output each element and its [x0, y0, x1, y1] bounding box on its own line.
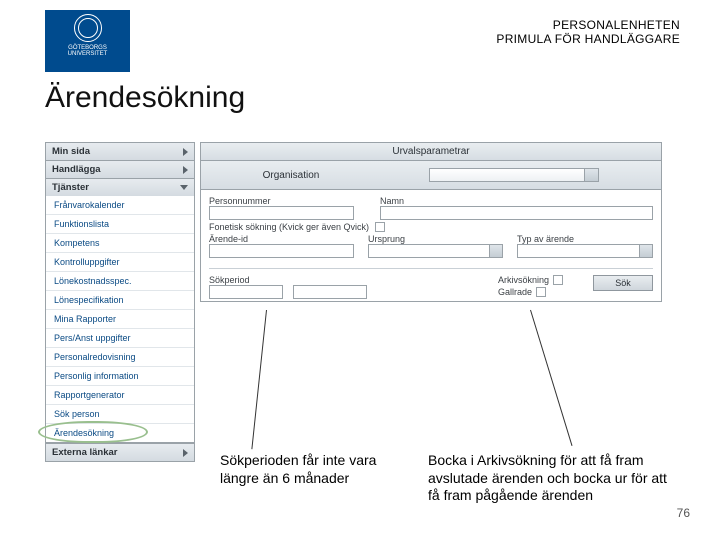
sidebar-head-externa[interactable]: Externa länkar [45, 443, 195, 462]
fonetisk-checkbox[interactable] [375, 222, 385, 232]
sidebar-label: Handlägga [52, 164, 101, 175]
sidebar-head-tjanster[interactable]: Tjänster [45, 178, 195, 196]
system-label: PRIMULA FÖR HANDLÄGGARE [496, 32, 680, 46]
sidebar-item[interactable]: Rapportgenerator [46, 386, 194, 405]
sidebar-item[interactable]: Personalredovisning [46, 348, 194, 367]
sokperiod-from-input[interactable] [209, 285, 283, 299]
callout-arkiv: Bocka i Arkivsökning för att få fram avs… [428, 452, 678, 505]
page-title: Ärendesökning [45, 82, 275, 114]
typ-select[interactable] [517, 244, 653, 258]
sidebar-item[interactable]: Kompetens [46, 234, 194, 253]
dept-label: PERSONALENHETEN [496, 18, 680, 32]
ursprung-label: Ursprung [368, 234, 503, 244]
sidebar-label: Min sida [52, 146, 90, 157]
typ-label: Typ av ärende [517, 234, 653, 244]
sidebar-item[interactable]: Frånvarokalender [46, 196, 194, 215]
sidebar-label: Externa länkar [52, 447, 117, 458]
chevron-right-icon [183, 166, 188, 174]
fonetisk-label: Fonetisk sökning (Kvick ger även Qvick) [209, 222, 369, 232]
namn-label: Namn [380, 196, 653, 206]
sok-button[interactable]: Sök [593, 275, 653, 291]
arende-id-label: Ärende-id [209, 234, 354, 244]
org-select[interactable] [429, 168, 599, 182]
sidebar-item-arendesokning[interactable]: Ärendesökning [46, 424, 194, 442]
sidebar-list: Frånvarokalender Funktionslista Kompeten… [45, 196, 195, 443]
org-label: Organisation [263, 170, 320, 181]
university-logo: GÖTEBORGS UNIVERSITET [45, 10, 130, 72]
arkiv-label: Arkivsökning [498, 275, 549, 285]
gallrade-label: Gallrade [498, 287, 532, 297]
callout-sokperiod: Sökperioden får inte vara längre än 6 må… [220, 452, 400, 487]
sidebar: Min sida Handlägga Tjänster Frånvarokale… [45, 142, 195, 462]
panel-org-row: Organisation [201, 161, 661, 190]
ursprung-select[interactable] [368, 244, 503, 258]
logo-seal-icon [74, 14, 102, 42]
namn-input[interactable] [380, 206, 653, 220]
panel-title: Urvalsparametrar [201, 143, 661, 161]
search-panel: Urvalsparametrar Organisation Personnumm… [200, 142, 662, 302]
gallrade-checkbox[interactable] [536, 287, 546, 297]
callout-line [251, 310, 267, 449]
sidebar-head-min-sida[interactable]: Min sida [45, 142, 195, 160]
header-right: PERSONALENHETEN PRIMULA FÖR HANDLÄGGARE [496, 18, 680, 47]
arkiv-checkbox[interactable] [553, 275, 563, 285]
sidebar-item[interactable]: Sök person [46, 405, 194, 424]
chevron-right-icon [183, 449, 188, 457]
chevron-down-icon [180, 185, 188, 190]
sidebar-item[interactable]: Mina Rapporter [46, 310, 194, 329]
sokperiod-label: Sökperiod [209, 275, 367, 285]
sidebar-item[interactable]: Kontrolluppgifter [46, 253, 194, 272]
logo-text-bottom: UNIVERSITET [45, 51, 130, 57]
page-number: 76 [677, 506, 690, 520]
sidebar-item[interactable]: Personlig information [46, 367, 194, 386]
personnummer-input[interactable] [209, 206, 354, 220]
sidebar-item[interactable]: Pers/Anst uppgifter [46, 329, 194, 348]
callout-line [530, 310, 572, 446]
sidebar-item[interactable]: Funktionslista [46, 215, 194, 234]
sokperiod-to-input[interactable] [293, 285, 367, 299]
personnummer-label: Personnummer [209, 196, 354, 206]
sidebar-item[interactable]: Lönekostnadsspec. [46, 272, 194, 291]
sidebar-item[interactable]: Lönespecifikation [46, 291, 194, 310]
sidebar-head-handlagga[interactable]: Handlägga [45, 160, 195, 178]
sidebar-label: Tjänster [52, 182, 89, 193]
arende-id-input[interactable] [209, 244, 354, 258]
chevron-right-icon [183, 148, 188, 156]
